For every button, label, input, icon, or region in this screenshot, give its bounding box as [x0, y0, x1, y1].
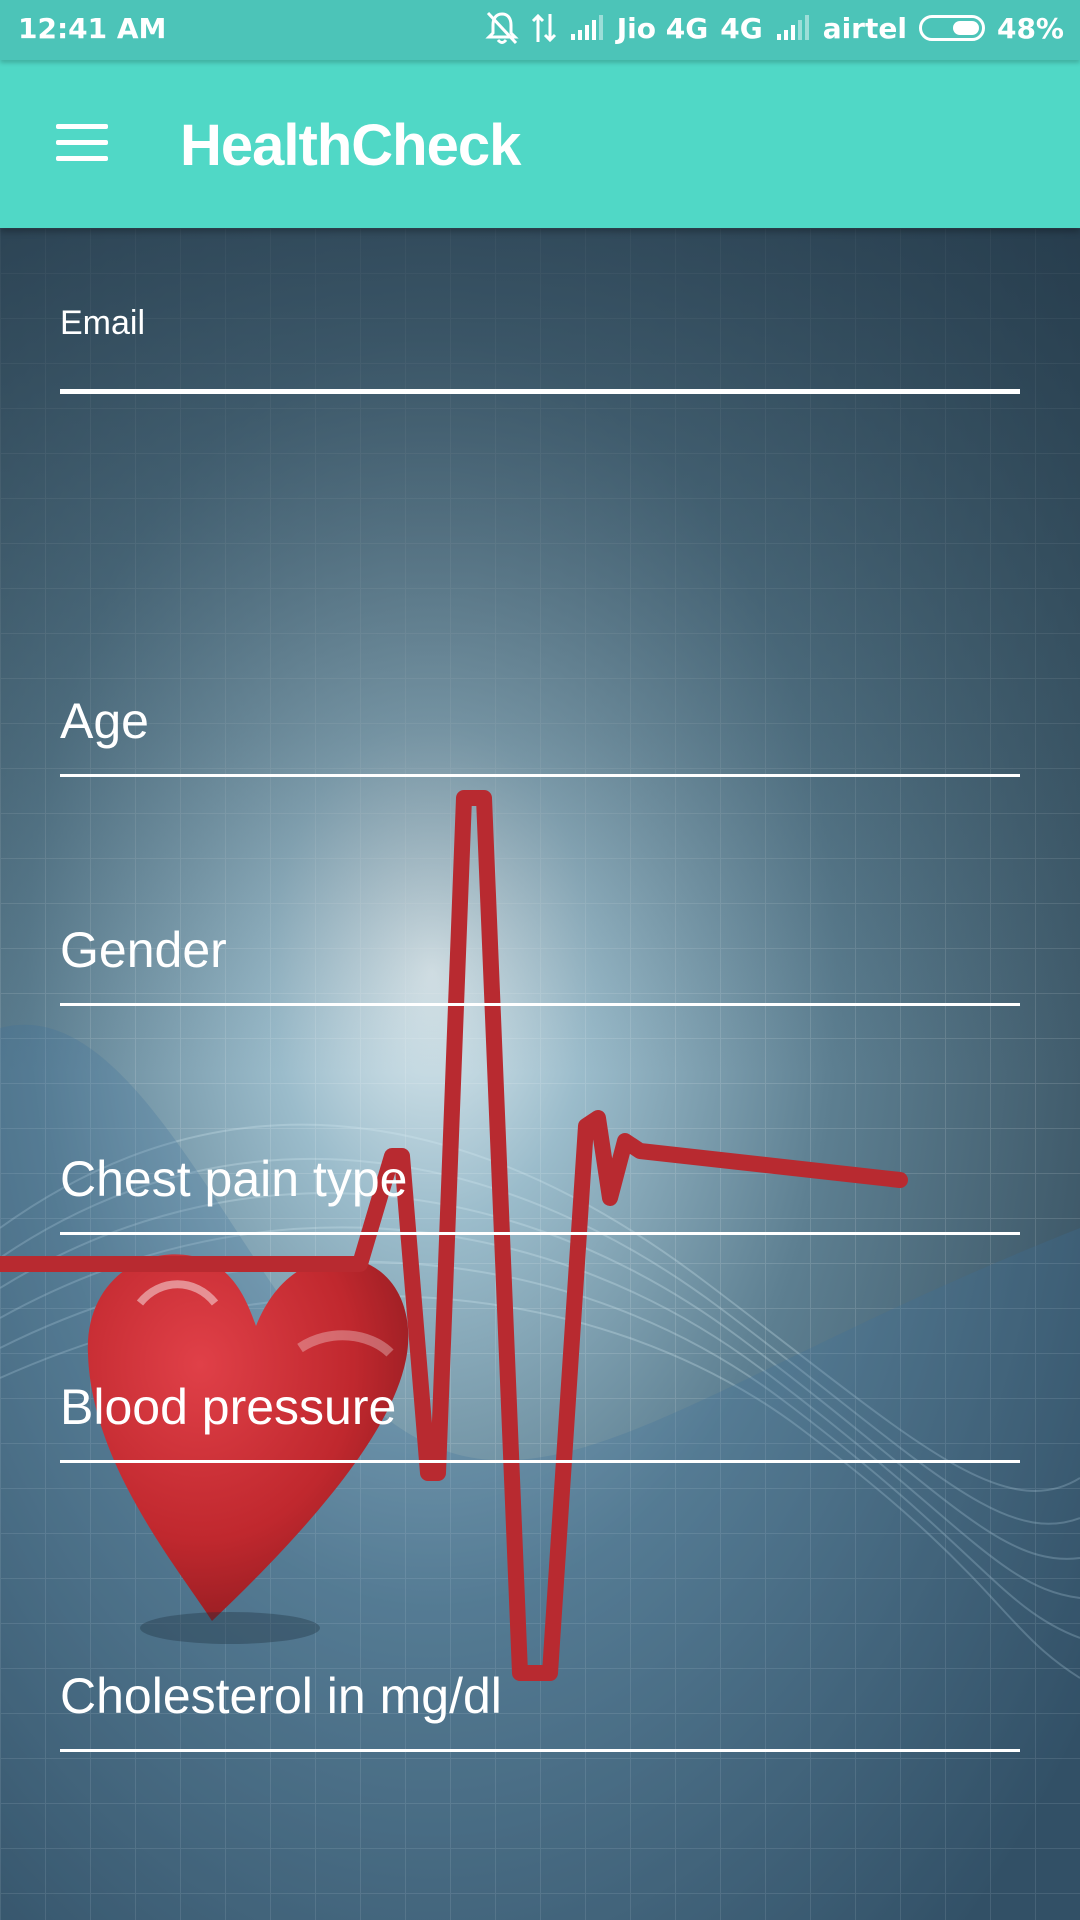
mute-bell-icon — [485, 11, 519, 45]
cholesterol-underline — [60, 1749, 1020, 1752]
status-time: 12:41 AM — [18, 12, 167, 45]
age-field[interactable]: Age — [60, 688, 1020, 788]
content-area: Email Age Gender Chest pain type Blood p… — [0, 228, 1080, 1920]
age-placeholder: Age — [60, 693, 149, 749]
signal-icon — [776, 15, 809, 40]
data-transfer-icon — [531, 13, 556, 43]
status-indicators: Jio 4G 4G airtel 48% — [485, 10, 1064, 46]
app-bar: HealthCheck — [0, 60, 1080, 228]
blood-pressure-placeholder: Blood pressure — [60, 1379, 397, 1435]
app-title: HealthCheck — [180, 113, 521, 178]
cholesterol-placeholder: Cholesterol in mg/dl — [60, 1668, 502, 1724]
cholesterol-field[interactable]: Cholesterol in mg/dl — [60, 1663, 1020, 1763]
battery-icon — [918, 15, 985, 41]
battery-percent: 48% — [996, 11, 1064, 45]
email-label: Email — [60, 304, 146, 342]
status-bar: 12:41 AM Jio 4G 4G airtel 48% — [0, 0, 1080, 60]
blood-pressure-field[interactable]: Blood pressure — [60, 1374, 1020, 1474]
gender-underline — [60, 1003, 1020, 1006]
email-underline — [60, 389, 1020, 394]
gender-field[interactable]: Gender — [60, 917, 1020, 1017]
hamburger-menu-icon[interactable] — [52, 118, 112, 168]
carrier-1: Jio 4G — [616, 11, 709, 45]
chest-pain-type-field[interactable]: Chest pain type — [60, 1146, 1020, 1246]
email-field[interactable]: Email — [60, 268, 1020, 408]
signal-icon — [570, 15, 603, 40]
blood-pressure-underline — [60, 1460, 1020, 1463]
chest-pain-type-placeholder: Chest pain type — [60, 1151, 408, 1207]
age-underline — [60, 774, 1020, 777]
gender-placeholder: Gender — [60, 922, 227, 978]
chest-pain-type-underline — [60, 1232, 1020, 1235]
network-type: 4G — [720, 11, 763, 45]
carrier-2: airtel — [822, 11, 907, 45]
